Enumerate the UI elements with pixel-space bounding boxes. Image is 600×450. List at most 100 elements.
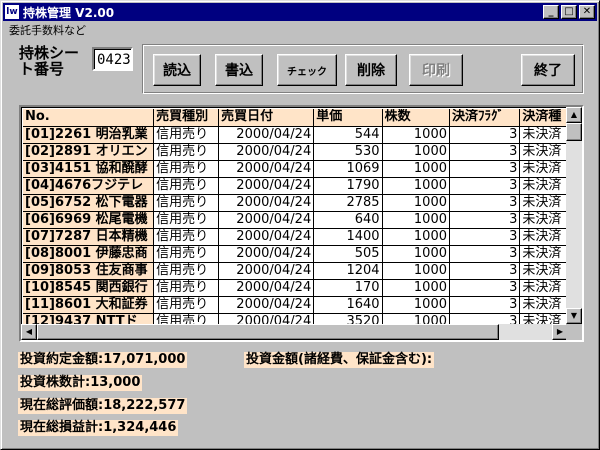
- cell-no[interactable]: [08]8001 伊藤忠商: [23, 245, 155, 263]
- cell-settle-type[interactable]: 未決済: [519, 194, 568, 212]
- cell-shares[interactable]: 1000: [382, 245, 451, 263]
- table-row[interactable]: [05]6752 松下電器 信用売り 2000/04/24 2785 1000 3 未決済: [23, 194, 568, 212]
- cell-settle-type[interactable]: 未決済: [519, 228, 568, 246]
- cell-settle-type[interactable]: 未決済: [519, 279, 568, 297]
- cell-shares[interactable]: 1000: [382, 296, 451, 314]
- cell-no[interactable]: [07]7287 日本精機: [23, 228, 155, 246]
- cell-settle-type[interactable]: 未決済: [519, 296, 568, 314]
- col-header-shares[interactable]: 株数: [382, 109, 451, 127]
- cell-no[interactable]: [01]2261 明治乳業: [23, 126, 155, 144]
- cell-no[interactable]: [04]4676フジテレ: [23, 177, 155, 195]
- cell-shares[interactable]: 1000: [382, 211, 451, 229]
- cell-no[interactable]: [09]8053 住友商事: [23, 262, 155, 280]
- cell-trade-date[interactable]: 2000/04/24: [218, 211, 315, 229]
- vertical-scrollbar[interactable]: ▲ ▼: [566, 107, 582, 324]
- horizontal-scrollbar[interactable]: ◀ ▶: [21, 324, 568, 340]
- cell-no[interactable]: [12]9437 NTTド: [23, 313, 155, 324]
- scroll-down-arrow-icon[interactable]: ▼: [566, 308, 582, 324]
- cell-settle-type[interactable]: 未決済: [519, 126, 568, 144]
- minimize-button[interactable]: _: [543, 5, 559, 19]
- col-header-trade-date[interactable]: 売買日付: [218, 109, 315, 127]
- cell-trade-date[interactable]: 2000/04/24: [218, 126, 315, 144]
- cell-settle-type[interactable]: 未決済: [519, 143, 568, 161]
- cell-unit-price[interactable]: 505: [313, 245, 383, 263]
- cell-shares[interactable]: 1000: [382, 228, 451, 246]
- cell-trade-date[interactable]: 2000/04/24: [218, 279, 315, 297]
- cell-settle-flag[interactable]: 3: [449, 313, 521, 324]
- cell-shares[interactable]: 1000: [382, 126, 451, 144]
- cell-unit-price[interactable]: 1640: [313, 296, 383, 314]
- col-header-settle-flag[interactable]: 決済ﾌﾗｸﾞ: [449, 109, 521, 127]
- cell-trade-type[interactable]: 信用売り: [153, 143, 220, 161]
- cell-settle-type[interactable]: 未決済: [519, 160, 568, 178]
- cell-trade-date[interactable]: 2000/04/24: [218, 177, 315, 195]
- cell-no[interactable]: [02]2891 オリエン: [23, 143, 155, 161]
- cell-unit-price[interactable]: 1069: [313, 160, 383, 178]
- cell-no[interactable]: [10]8545 関西銀行: [23, 279, 155, 297]
- cell-trade-date[interactable]: 2000/04/24: [218, 313, 315, 324]
- app-icon[interactable]: lw: [5, 5, 19, 19]
- cell-trade-type[interactable]: 信用売り: [153, 211, 220, 229]
- exit-button[interactable]: 終了: [521, 54, 575, 86]
- cell-shares[interactable]: 1000: [382, 279, 451, 297]
- scroll-left-arrow-icon[interactable]: ◀: [21, 324, 37, 340]
- cell-settle-flag[interactable]: 3: [449, 228, 521, 246]
- cell-unit-price[interactable]: 1204: [313, 262, 383, 280]
- cell-settle-type[interactable]: 未決済: [519, 262, 568, 280]
- write-button[interactable]: 書込: [215, 54, 263, 86]
- holdings-grid[interactable]: No. 売買種別 売買日付 単価 株数 決済ﾌﾗｸﾞ 決済種 [01]2261 …: [19, 105, 584, 342]
- cell-settle-flag[interactable]: 3: [449, 143, 521, 161]
- cell-settle-flag[interactable]: 3: [449, 262, 521, 280]
- cell-trade-date[interactable]: 2000/04/24: [218, 228, 315, 246]
- cell-unit-price[interactable]: 3520: [313, 313, 383, 324]
- cell-trade-type[interactable]: 信用売り: [153, 160, 220, 178]
- cell-unit-price[interactable]: 2785: [313, 194, 383, 212]
- cell-trade-date[interactable]: 2000/04/24: [218, 194, 315, 212]
- cell-trade-type[interactable]: 信用売り: [153, 228, 220, 246]
- cell-trade-date[interactable]: 2000/04/24: [218, 143, 315, 161]
- table-row[interactable]: [03]4151 協和醗酵 信用売り 2000/04/24 1069 1000 3 未決済: [23, 160, 568, 178]
- cell-settle-flag[interactable]: 3: [449, 279, 521, 297]
- table-row[interactable]: [02]2891 オリエン 信用売り 2000/04/24 530 1000 3 未決済: [23, 143, 568, 161]
- cell-trade-type[interactable]: 信用売り: [153, 177, 220, 195]
- cell-trade-type[interactable]: 信用売り: [153, 194, 220, 212]
- cell-trade-type[interactable]: 信用売り: [153, 296, 220, 314]
- cell-trade-type[interactable]: 信用売り: [153, 245, 220, 263]
- cell-settle-type[interactable]: 未決済: [519, 177, 568, 195]
- close-button[interactable]: ✕: [579, 5, 595, 19]
- cell-trade-type[interactable]: 信用売り: [153, 279, 220, 297]
- table-row[interactable]: [10]8545 関西銀行 信用売り 2000/04/24 170 1000 3 未決済: [23, 279, 568, 297]
- table-row[interactable]: [11]8601 大和証券 信用売り 2000/04/24 1640 1000 3 未決済: [23, 296, 568, 314]
- cell-settle-type[interactable]: 未決済: [519, 211, 568, 229]
- cell-unit-price[interactable]: 1400: [313, 228, 383, 246]
- cell-settle-flag[interactable]: 3: [449, 160, 521, 178]
- col-header-no[interactable]: No.: [23, 109, 155, 127]
- maximize-button[interactable]: □: [561, 5, 577, 19]
- table-row[interactable]: [12]9437 NTTド 信用売り 2000/04/24 3520 1000 3 未決済: [23, 313, 568, 324]
- col-header-unit-price[interactable]: 単価: [313, 109, 383, 127]
- cell-settle-type[interactable]: 未決済: [519, 245, 568, 263]
- cell-trade-date[interactable]: 2000/04/24: [218, 296, 315, 314]
- cell-unit-price[interactable]: 1790: [313, 177, 383, 195]
- table-row[interactable]: [01]2261 明治乳業 信用売り 2000/04/24 544 1000 3 未決済: [23, 126, 568, 144]
- cell-settle-flag[interactable]: 3: [449, 211, 521, 229]
- read-button[interactable]: 読込: [153, 54, 201, 86]
- cell-unit-price[interactable]: 530: [313, 143, 383, 161]
- cell-shares[interactable]: 1000: [382, 194, 451, 212]
- cell-shares[interactable]: 1000: [382, 313, 451, 324]
- cell-shares[interactable]: 1000: [382, 160, 451, 178]
- cell-no[interactable]: [11]8601 大和証券: [23, 296, 155, 314]
- cell-no[interactable]: [03]4151 協和醗酵: [23, 160, 155, 178]
- table-row[interactable]: [04]4676フジテレ 信用売り 2000/04/24 1790 1000 3 未決済: [23, 177, 568, 195]
- cell-shares[interactable]: 1000: [382, 177, 451, 195]
- cell-trade-date[interactable]: 2000/04/24: [218, 160, 315, 178]
- cell-trade-type[interactable]: 信用売り: [153, 126, 220, 144]
- table-row[interactable]: [06]6969 松尾電機 信用売り 2000/04/24 640 1000 3 未決済: [23, 211, 568, 229]
- cell-shares[interactable]: 1000: [382, 143, 451, 161]
- vertical-scroll-thumb[interactable]: [566, 123, 582, 141]
- cell-unit-price[interactable]: 170: [313, 279, 383, 297]
- sheet-number-input[interactable]: 0423: [92, 47, 133, 71]
- delete-button[interactable]: 削除: [345, 54, 397, 86]
- menu-item-commission[interactable]: 委託手数料など: [5, 22, 90, 38]
- cell-settle-flag[interactable]: 3: [449, 194, 521, 212]
